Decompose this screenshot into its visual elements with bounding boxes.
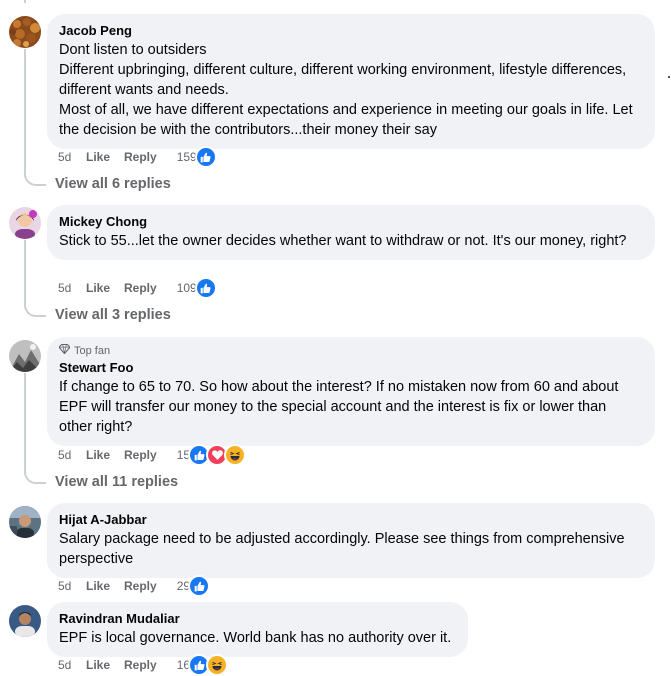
like-button[interactable]: Like — [86, 150, 110, 164]
comment-actions: 5d Like Reply 159 — [58, 146, 217, 168]
comment-bubble: Top fan Stewart Foo If change to 65 to 7… — [47, 337, 655, 446]
haha-icon — [224, 444, 247, 466]
reply-connector-curve — [24, 472, 46, 484]
like-icon — [188, 575, 211, 597]
reply-connector-curve — [24, 305, 46, 317]
comment-text: Salary package need to be adjusted accor… — [59, 531, 625, 567]
comment-timestamp[interactable]: 5d — [58, 579, 86, 593]
reply-button[interactable]: Reply — [124, 658, 157, 672]
scroll-edge-mark — [668, 76, 670, 78]
like-icon — [194, 277, 217, 299]
comment-timestamp[interactable]: 5d — [58, 448, 86, 462]
comment-text: Dont listen to outsiders Different upbri… — [59, 42, 633, 138]
comment-author[interactable]: Stewart Foo — [59, 359, 643, 376]
top-fan-badge: Top fan — [58, 343, 643, 357]
comment-author[interactable]: Jacob Peng — [59, 22, 643, 39]
reply-button[interactable]: Reply — [124, 281, 157, 295]
comment-bubble: Jacob Peng Dont listen to outsiders Diff… — [47, 14, 655, 149]
comment-actions: 5d Like Reply 29 — [58, 575, 211, 597]
reaction-count[interactable]: 109 — [177, 281, 197, 295]
reply-button[interactable]: Reply — [124, 448, 157, 462]
avatar[interactable] — [9, 506, 41, 538]
avatar[interactable] — [9, 16, 41, 48]
reply-button[interactable]: Reply — [124, 150, 157, 164]
comment-actions: 5d Like Reply 15 — [58, 444, 247, 466]
comment-bubble: Ravindran Mudaliar EPF is local governan… — [47, 602, 468, 657]
like-button[interactable]: Like — [86, 448, 110, 462]
reply-connector-line — [24, 49, 26, 176]
haha-icon — [206, 654, 229, 676]
like-button[interactable]: Like — [86, 658, 110, 672]
badge-label: Top fan — [74, 344, 111, 357]
reply-connector-curve — [24, 174, 46, 186]
comment-text: If change to 65 to 70. So how about the … — [59, 379, 619, 435]
view-replies-link[interactable]: View all 6 replies — [55, 176, 171, 192]
reply-connector-line — [24, 373, 26, 474]
comment-actions: 5d Like Reply 109 — [58, 277, 217, 299]
comment-actions: 5d Like Reply 16 — [58, 654, 229, 676]
view-replies-link[interactable]: View all 11 replies — [55, 474, 178, 490]
comment-author[interactable]: Ravindran Mudaliar — [59, 610, 456, 627]
view-replies-link[interactable]: View all 3 replies — [55, 307, 171, 323]
avatar[interactable] — [9, 605, 41, 637]
comment-text: EPF is local governance. World bank has … — [59, 630, 452, 646]
comment-author[interactable]: Mickey Chong — [59, 213, 643, 230]
like-button[interactable]: Like — [86, 281, 110, 295]
comment-text: Stick to 55...let the owner decides whet… — [59, 233, 627, 249]
reply-connector-line — [24, 240, 26, 307]
avatar[interactable] — [9, 340, 41, 372]
diamond-icon — [58, 343, 71, 357]
comment-author[interactable]: Hijat A-Jabbar — [59, 511, 643, 528]
avatar[interactable] — [9, 207, 41, 239]
like-button[interactable]: Like — [86, 579, 110, 593]
comment-bubble: Hijat A-Jabbar Salary package need to be… — [47, 503, 655, 578]
thread-connector-top — [0, 0, 671, 3]
comment-timestamp[interactable]: 5d — [58, 281, 86, 295]
comment-bubble: Mickey Chong Stick to 55...let the owner… — [47, 205, 655, 260]
like-icon — [194, 146, 217, 168]
comment-timestamp[interactable]: 5d — [58, 658, 86, 672]
reply-button[interactable]: Reply — [124, 579, 157, 593]
reaction-count[interactable]: 159 — [177, 150, 197, 164]
comment-timestamp[interactable]: 5d — [58, 150, 86, 164]
